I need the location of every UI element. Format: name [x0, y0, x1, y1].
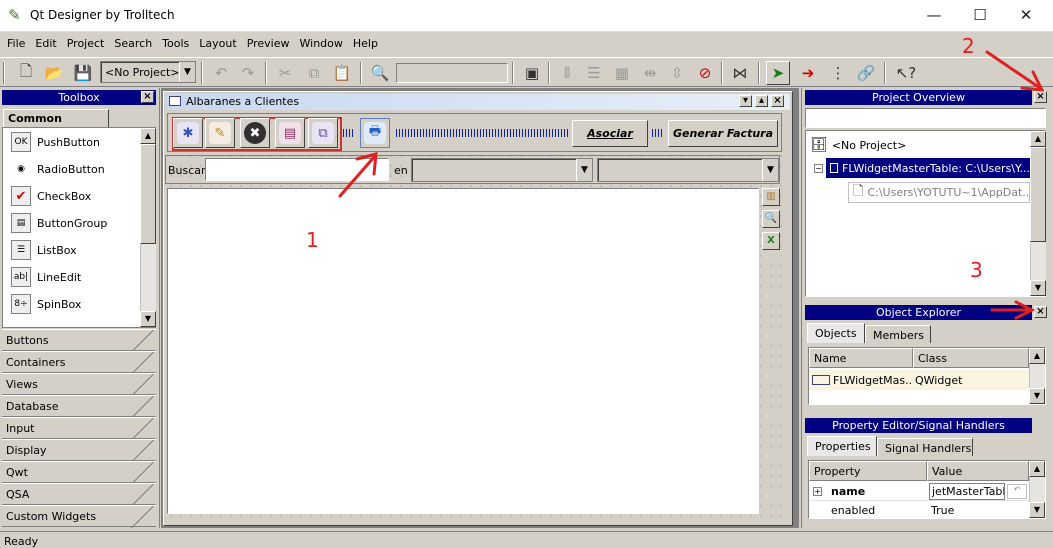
arrow-1-shaft — [338, 154, 377, 198]
annotation-label-3: 3 — [970, 258, 983, 282]
arrow-2-shaft — [985, 50, 1042, 90]
annotation-label-2: 2 — [962, 34, 975, 58]
annotation-arrows — [338, 50, 1045, 320]
annotation-label-1: 1 — [306, 228, 319, 252]
